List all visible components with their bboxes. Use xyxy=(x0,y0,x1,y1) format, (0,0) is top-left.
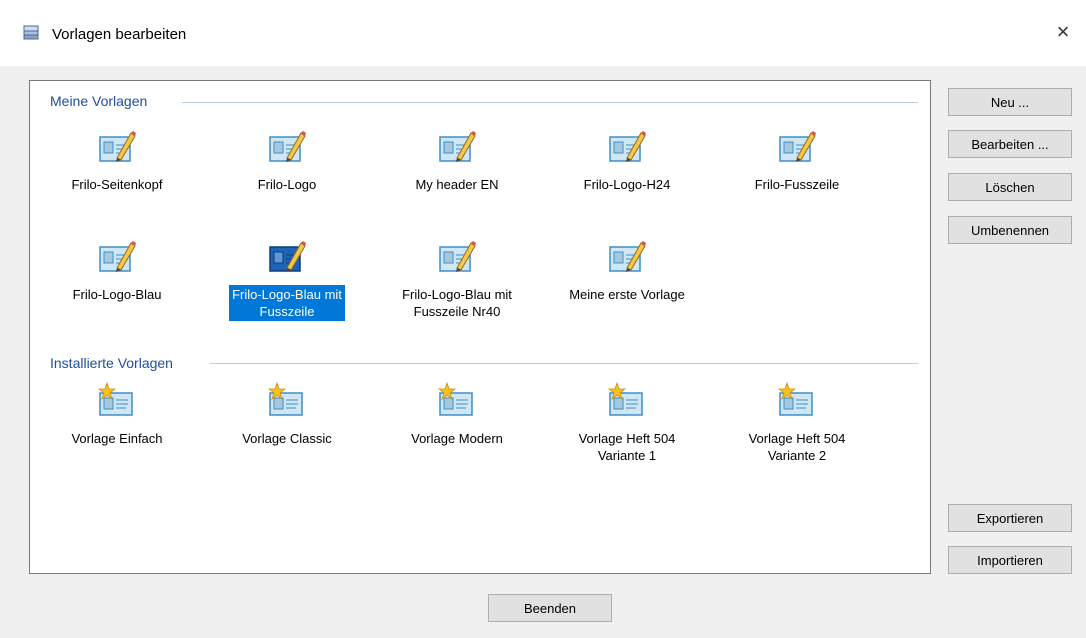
stacked-documents-icon xyxy=(23,25,39,40)
title-bar: Vorlagen bearbeiten × xyxy=(0,0,1086,66)
template-item-label: Vorlage Modern xyxy=(411,431,503,446)
finish-button[interactable]: Beenden xyxy=(488,594,612,622)
template-item[interactable]: Frilo-Fusszeile xyxy=(722,127,872,194)
edit-template-icon xyxy=(779,131,816,162)
window-title: Vorlagen bearbeiten xyxy=(52,26,187,43)
template-item-label: Frilo-Logo xyxy=(257,177,317,192)
template-item[interactable]: Vorlage Classic xyxy=(212,381,362,448)
template-item-label: Vorlage Heft 504 Variante 2 xyxy=(748,431,846,463)
installed-template-icon xyxy=(777,381,813,416)
edit-template-icon xyxy=(439,241,476,272)
template-item-label: Meine erste Vorlage xyxy=(569,287,685,302)
template-item[interactable]: Frilo-Seitenkopf xyxy=(42,127,192,194)
installed-template-icon xyxy=(267,381,303,416)
template-item-label: Frilo-Logo-H24 xyxy=(583,177,671,192)
installed-template-icon xyxy=(97,381,133,416)
edit-template-icon xyxy=(609,131,646,162)
template-item[interactable]: Vorlage Modern xyxy=(382,381,532,448)
close-button[interactable]: × xyxy=(1040,12,1086,52)
installed-template-icon xyxy=(437,381,473,416)
template-item[interactable]: Frilo-Logo xyxy=(212,127,362,194)
export-button[interactable]: Exportieren xyxy=(948,504,1072,532)
edit-template-icon xyxy=(609,241,646,272)
installed-template-icon xyxy=(607,381,643,416)
template-item[interactable]: My header EN xyxy=(382,127,532,194)
group-divider-installed xyxy=(210,363,918,364)
template-item-label: Vorlage Heft 504 Variante 1 xyxy=(578,431,676,463)
edit-template-icon xyxy=(99,131,136,162)
group-divider-own xyxy=(182,102,918,103)
edit-template-icon xyxy=(99,241,136,272)
template-item[interactable]: Vorlage Heft 504 Variante 2 xyxy=(722,381,872,465)
template-item[interactable]: Frilo-Logo-Blau xyxy=(42,237,192,304)
edit-button[interactable]: Bearbeiten ... xyxy=(948,130,1072,158)
template-item-label: My header EN xyxy=(415,177,499,192)
template-item-label: Frilo-Seitenkopf xyxy=(71,177,163,192)
template-item[interactable]: Vorlage Heft 504 Variante 1 xyxy=(552,381,702,465)
template-item-label: Frilo-Logo-Blau xyxy=(72,287,162,302)
template-item-label: Frilo-Fusszeile xyxy=(754,177,840,192)
edit-template-icon xyxy=(439,131,476,162)
template-item-label: Vorlage Classic xyxy=(242,431,332,446)
template-item-label: Frilo-Logo-Blau mit Fusszeile xyxy=(229,285,345,321)
template-item[interactable]: Meine erste Vorlage xyxy=(552,237,702,304)
group-heading-installed: Installierte Vorlagen xyxy=(50,355,173,371)
delete-button[interactable]: Löschen xyxy=(948,173,1072,201)
group-heading-own: Meine Vorlagen xyxy=(50,93,148,109)
templates-panel: Meine Vorlagen Frilo-Seitenkopf Frilo-Lo… xyxy=(29,80,931,574)
import-button[interactable]: Importieren xyxy=(948,546,1072,574)
edit-template-icon xyxy=(269,241,306,272)
template-item[interactable]: Frilo-Logo-Blau mit Fusszeile xyxy=(212,237,362,321)
template-item-label: Frilo-Logo-Blau mit Fusszeile Nr40 xyxy=(402,287,512,319)
rename-button[interactable]: Umbenennen xyxy=(948,216,1072,244)
template-item[interactable]: Frilo-Logo-H24 xyxy=(552,127,702,194)
edit-template-icon xyxy=(269,131,306,162)
template-item-label: Vorlage Einfach xyxy=(71,431,163,446)
new-button[interactable]: Neu ... xyxy=(948,88,1072,116)
template-item[interactable]: Vorlage Einfach xyxy=(42,381,192,448)
template-item[interactable]: Frilo-Logo-Blau mit Fusszeile Nr40 xyxy=(382,237,532,321)
